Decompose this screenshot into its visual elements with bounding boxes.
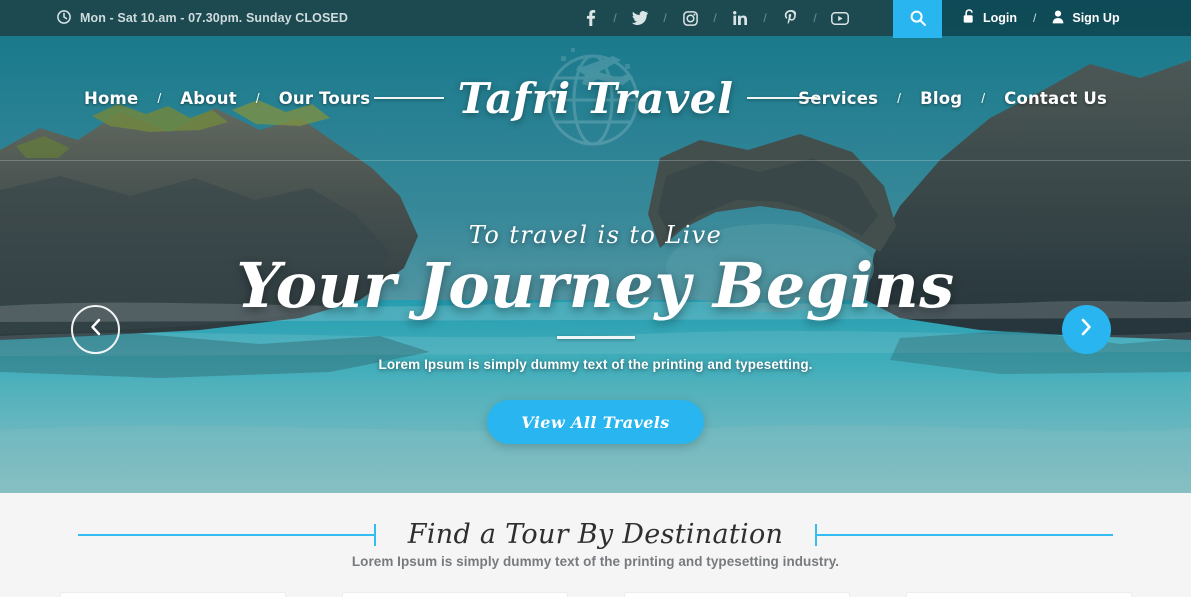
social-separator: /: [663, 11, 667, 25]
destination-section: Find a Tour By Destination Lorem Ipsum i…: [0, 493, 1191, 597]
clock-icon: [57, 9, 71, 27]
pinterest-icon[interactable]: [778, 0, 802, 36]
carousel-prev-button[interactable]: [71, 305, 120, 354]
hero-title: Your Journey Begins: [236, 249, 955, 322]
main-navbar: [0, 36, 1191, 160]
social-separator: /: [763, 11, 767, 25]
unlock-icon: [963, 9, 975, 27]
top-utility-bar: Mon - Sat 10.am - 07.30pm. Sunday CLOSED…: [0, 0, 1191, 38]
destination-card[interactable]: [341, 592, 568, 597]
hero-divider: [556, 336, 635, 340]
social-separator: /: [613, 11, 617, 25]
business-hours-text: Mon - Sat 10.am - 07.30pm. Sunday CLOSED: [80, 11, 348, 25]
section-subtitle: Lorem Ipsum is simply dummy text of the …: [351, 554, 840, 569]
business-hours: Mon - Sat 10.am - 07.30pm. Sunday CLOSED: [57, 9, 348, 27]
chevron-left-icon: [89, 318, 102, 341]
social-separator: /: [713, 11, 717, 25]
youtube-icon[interactable]: [828, 0, 852, 36]
login-link[interactable]: Login: [963, 9, 1017, 27]
destination-card[interactable]: [905, 592, 1132, 597]
signup-link[interactable]: Sign Up: [1052, 10, 1120, 27]
navbar-divider: [0, 160, 1191, 161]
social-links: / / / / /: [578, 0, 852, 36]
heading-line-left: [77, 533, 374, 536]
hero-content: To travel is to Live Your Journey Begins…: [0, 160, 1191, 493]
section-heading-group: Find a Tour By Destination: [0, 519, 1191, 550]
auth-links: Login / Sign Up: [942, 0, 1191, 36]
signup-label: Sign Up: [1072, 11, 1120, 25]
hero-subtitle: Lorem Ipsum is simply dummy text of the …: [378, 357, 813, 373]
user-icon: [1052, 10, 1064, 27]
view-all-travels-button[interactable]: View All Travels: [487, 400, 704, 445]
twitter-icon[interactable]: [628, 0, 652, 36]
section-title: Find a Tour By Destination: [407, 519, 784, 550]
carousel-next-button[interactable]: [1062, 305, 1111, 354]
facebook-icon[interactable]: [578, 0, 602, 36]
hero-kicker: To travel is to Live: [468, 221, 723, 249]
search-icon: [910, 10, 926, 29]
search-button[interactable]: [893, 0, 942, 38]
hero-banner: Home / About / Our Tours Services / Blog…: [0, 0, 1191, 493]
social-separator: /: [813, 11, 817, 25]
chevron-right-icon: [1080, 318, 1093, 341]
linkedin-icon[interactable]: [728, 0, 752, 36]
auth-separator: /: [1033, 11, 1037, 25]
login-label: Login: [983, 11, 1018, 25]
destination-card[interactable]: [623, 592, 850, 597]
heading-line-right: [817, 533, 1114, 536]
instagram-icon[interactable]: [678, 0, 702, 36]
destination-card[interactable]: [59, 592, 286, 597]
destination-card-row: [0, 592, 1191, 597]
